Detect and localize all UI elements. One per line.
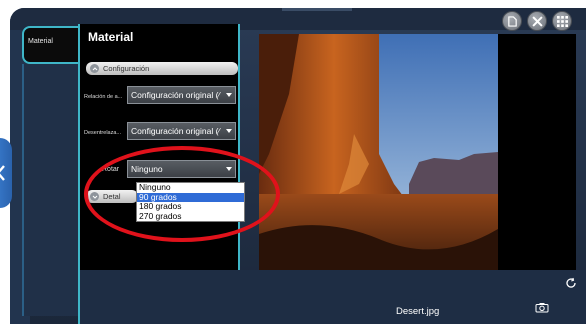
file-name: Desert.jpg: [396, 306, 440, 317]
row-label-aspect: Relación de a...: [84, 94, 123, 100]
desert-photo: [259, 34, 498, 270]
panel-title: Material: [88, 30, 134, 44]
viewer-side-area: [498, 34, 576, 270]
grid-icon[interactable]: [552, 11, 572, 31]
chevron-left-icon[interactable]: [0, 138, 12, 208]
select-value: Configuración original (∕: [131, 126, 220, 136]
tab-label: Material: [28, 38, 53, 45]
dropdown-option[interactable]: 270 grados: [137, 211, 244, 222]
row-label-deinterlace: Desentrelaza...: [84, 130, 121, 136]
row-label-rotate: Rotar: [102, 166, 120, 173]
dropdown-arrow-icon: [226, 167, 232, 171]
rotate-select[interactable]: Ninguno: [127, 160, 236, 178]
detalles-section-header[interactable]: Detal: [86, 190, 138, 203]
camera-icon[interactable]: [535, 300, 549, 313]
close-icon[interactable]: [527, 11, 547, 31]
document-icon[interactable]: [502, 11, 522, 31]
chevron-up-icon: [90, 64, 99, 73]
title-bar-notch: [282, 8, 352, 11]
section-label: Detal: [103, 192, 121, 201]
deinterlace-select[interactable]: Configuración original (∕: [127, 122, 236, 140]
aspect-ratio-select[interactable]: Configuración original (∕: [127, 86, 236, 104]
tab-column: [22, 64, 80, 316]
dropdown-arrow-icon: [226, 93, 232, 97]
dropdown-arrow-icon: [226, 129, 232, 133]
select-value: Configuración original (∕: [131, 90, 220, 100]
rotate-dropdown-list: Ninguno 90 grados 180 grados 270 grados: [136, 182, 245, 222]
bottom-bar: [80, 270, 586, 324]
chevron-down-icon: [90, 192, 99, 201]
section-label: Configuración: [103, 64, 150, 73]
configuracion-section-header[interactable]: Configuración: [86, 62, 238, 75]
select-value: Ninguno: [131, 164, 163, 174]
refresh-icon[interactable]: [565, 276, 577, 288]
tab-material[interactable]: Material: [22, 26, 80, 64]
